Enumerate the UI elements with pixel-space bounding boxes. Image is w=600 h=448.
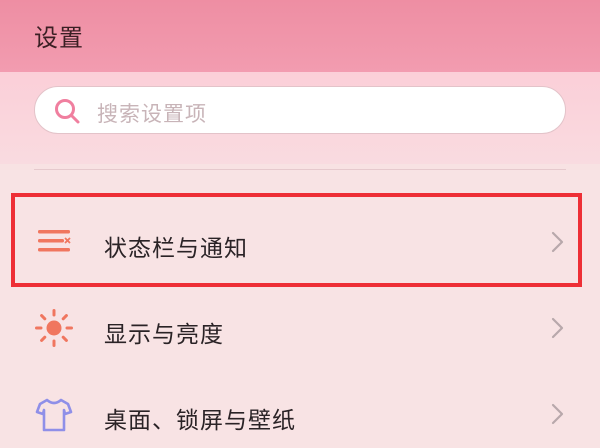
chevron-right-icon bbox=[551, 403, 564, 425]
settings-list: 状态栏与通知 显示与亮度 桌面、锁屏与壁纸 bbox=[0, 170, 600, 448]
settings-item-label: 状态栏与通知 bbox=[104, 236, 248, 262]
search-input[interactable]: 搜索设置项 bbox=[34, 86, 566, 134]
settings-item-display[interactable]: 显示与亮度 bbox=[0, 284, 600, 372]
page-title: 设置 bbox=[34, 24, 84, 52]
status-bar-notification-icon bbox=[38, 230, 71, 252]
settings-item-label: 桌面、锁屏与壁纸 bbox=[104, 408, 296, 434]
settings-item-label: 显示与亮度 bbox=[104, 322, 224, 348]
search-icon bbox=[55, 99, 80, 124]
search-placeholder: 搜索设置项 bbox=[97, 102, 207, 126]
chevron-right-icon bbox=[551, 317, 564, 339]
app-header: 设置 bbox=[0, 0, 600, 72]
settings-item-wallpaper[interactable]: 桌面、锁屏与壁纸 bbox=[0, 372, 600, 448]
chevron-right-icon bbox=[551, 231, 564, 253]
tshirt-theme-icon bbox=[35, 398, 73, 432]
settings-item-status-bar[interactable]: 状态栏与通知 bbox=[0, 196, 600, 284]
settings-screen: 设置 搜索设置项 状态栏与通知 显示与亮度 桌面、锁屏与壁纸 bbox=[0, 0, 600, 448]
brightness-icon bbox=[35, 309, 73, 347]
